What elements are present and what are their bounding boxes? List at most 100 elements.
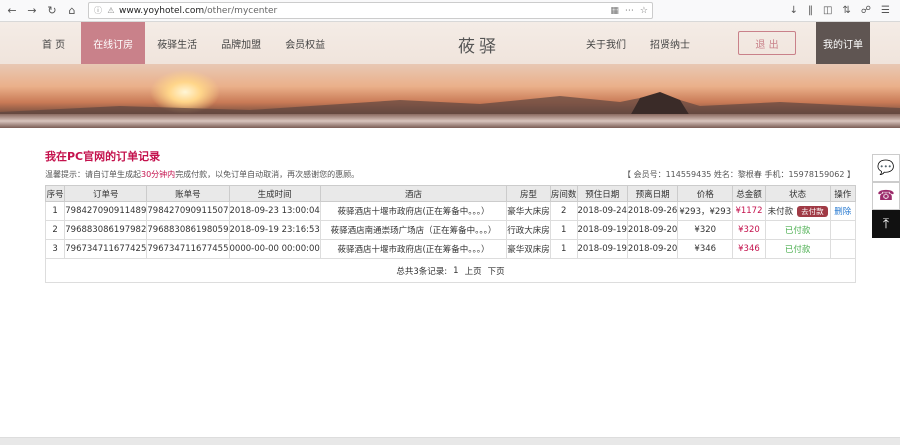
chat-icon[interactable]: 💬 <box>872 154 900 182</box>
reload-icon[interactable]: ↻ <box>44 3 60 19</box>
table-header-row: 序号 订单号 账单号 生成时间 酒店 房型 房间数 预住日期 预离日期 价格 总… <box>44 185 856 202</box>
qr-icon[interactable]: ▦ <box>610 6 619 16</box>
col-order: 订单号 <box>64 185 148 202</box>
cell-no: 2 <box>44 220 66 240</box>
url-path: /other/mycenter <box>204 5 278 16</box>
logout-button[interactable]: 退 出 <box>738 31 796 55</box>
cell-order: 796734711677425 <box>64 239 148 259</box>
cell-count: 2 <box>549 201 578 221</box>
cell-price: ¥293，¥293 <box>677 201 734 221</box>
pay-button[interactable]: 去付款 <box>797 206 828 217</box>
cell-checkin: 2018-09-24 <box>576 201 628 221</box>
cell-checkout: 2018-09-26 <box>626 201 679 221</box>
member-info: 【 会员号：114559435 姓名：黎根春 手机：15978159062 】 <box>623 170 855 179</box>
cell-time: 2018-09-23 13:00:04 <box>228 201 321 221</box>
page-title: 我在PC官网的订单记录 <box>45 150 161 163</box>
info-icon[interactable]: ⓘ <box>93 6 103 16</box>
cell-room: 豪华大床房 <box>506 201 551 221</box>
back-to-top-icon[interactable]: ⤒ <box>872 210 900 238</box>
col-no: 序号 <box>44 185 66 202</box>
cell-order: 796883086197982 <box>64 220 148 240</box>
cell-no: 3 <box>44 239 66 259</box>
cell-no: 1 <box>44 201 66 221</box>
cell-price: ¥346 <box>677 239 734 259</box>
cell-total: ¥320 <box>732 220 766 240</box>
cell-room: 豪华双床房 <box>506 239 551 259</box>
phone-icon[interactable]: ☎ <box>872 182 900 210</box>
nav-franchise[interactable]: 品牌加盟 <box>209 22 273 64</box>
cell-order: 798427090911489 <box>64 201 148 221</box>
col-bill: 账单号 <box>146 185 230 202</box>
extension-icon[interactable]: ☍ <box>861 5 871 16</box>
pager-current[interactable]: 1 <box>453 266 458 276</box>
cell-bill: 798427090911507 <box>146 201 230 221</box>
col-checkin: 预住日期 <box>576 185 628 202</box>
cell-bill: 796734711677455 <box>146 239 230 259</box>
nav-member[interactable]: 会员权益 <box>273 22 337 64</box>
cell-hotel: 莜驿酒店十堰市政府店(正在筹备中。。。） <box>319 239 508 259</box>
nav-living[interactable]: 莜驿生活 <box>145 22 209 64</box>
pager-summary: 总共3条记录: <box>396 266 448 277</box>
site-logo[interactable]: 莜驿 <box>458 32 500 57</box>
pagination: 总共3条记录: 1 上页 下页 <box>45 259 856 283</box>
col-total: 总金额 <box>732 185 766 202</box>
col-count: 房间数 <box>549 185 578 202</box>
cell-count: 1 <box>549 239 578 259</box>
cell-room: 行政大床房 <box>506 220 551 240</box>
cell-time: 2018-09-19 23:16:53 <box>228 220 321 240</box>
cell-status: 已付款 <box>764 220 831 240</box>
nav-about[interactable]: 关于我们 <box>574 22 638 64</box>
col-hotel: 酒店 <box>319 185 508 202</box>
cell-hotel: 莜驿酒店十堰市政府店(正在筹备中。。。） <box>319 201 508 221</box>
forward-icon[interactable]: → <box>24 3 40 19</box>
download-icon[interactable]: ↓ <box>790 5 798 16</box>
sidebar-icon[interactable]: ◫ <box>823 5 832 16</box>
pager-prev[interactable]: 上页 <box>465 265 482 277</box>
cell-status: 已付款 <box>764 239 831 259</box>
float-sidebar: 💬 ☎ ⤒ <box>872 154 900 238</box>
cell-checkin: 2018-09-19 <box>576 239 628 259</box>
sync-icon[interactable]: ⇅ <box>843 5 851 16</box>
cell-checkin: 2018-09-19 <box>576 220 628 240</box>
tip-row: 温馨提示：请自订单生成起 30分钟内 完成付款，以免订单自动取消，再次感谢您的惠… <box>45 169 855 180</box>
banner-image <box>0 64 900 128</box>
cell-checkout: 2018-09-20 <box>626 220 679 240</box>
page-bottom-bar <box>0 437 900 445</box>
back-icon[interactable]: ← <box>4 3 20 19</box>
table-row: 1 798427090911489 798427090911507 2018-0… <box>44 201 856 221</box>
cell-hotel: 莜驿酒店南通崇玚广场店（正在筹备中。。。） <box>319 220 508 240</box>
col-status: 状态 <box>764 185 831 202</box>
cell-status: 未付款 去付款 <box>764 201 831 221</box>
cell-time: 0000-00-00 00:00:00 <box>228 239 321 259</box>
cell-total: ¥1172 <box>732 201 766 221</box>
delete-link[interactable]: 删除 <box>834 207 851 217</box>
library-icon[interactable]: ‖ <box>808 5 813 16</box>
nav-online-booking[interactable]: 在线订房 <box>81 22 146 64</box>
banner-waves <box>0 114 900 128</box>
site-header: 首 页 在线订房 莜驿生活 品牌加盟 会员权益 莜驿 关于我们 招贤纳士 退 出… <box>0 22 900 64</box>
cell-op <box>829 220 856 240</box>
cell-checkout: 2018-09-20 <box>626 239 679 259</box>
url-host: www.yoyhotel.com <box>119 5 205 16</box>
cell-op: 删除 <box>829 201 856 221</box>
browser-toolbar: ← → ↻ ⌂ ⓘ ⚠ www.yoyhotel.com/other/mycen… <box>0 0 900 22</box>
tip-suffix: 完成付款，以免订单自动取消，再次感谢您的惠顾。 <box>175 170 360 179</box>
order-records: 我在PC官网的订单记录 温馨提示：请自订单生成起 30分钟内 完成付款，以免订单… <box>0 128 900 283</box>
col-time: 生成时间 <box>228 185 321 202</box>
banner-hills <box>0 92 900 116</box>
col-op: 操作 <box>829 185 856 202</box>
pager-next[interactable]: 下页 <box>488 265 505 277</box>
tip-prefix: 温馨提示：请自订单生成起 <box>45 170 141 179</box>
cell-price: ¥320 <box>677 220 734 240</box>
nav-home[interactable]: 首 页 <box>0 22 81 64</box>
my-orders-button[interactable]: 我的订单 <box>816 22 870 64</box>
lock-icon: ⚠ <box>107 6 115 15</box>
nav-recruit[interactable]: 招贤纳士 <box>638 22 702 64</box>
home-icon[interactable]: ⌂ <box>64 3 80 19</box>
address-bar[interactable]: ⓘ ⚠ www.yoyhotel.com/other/mycenter ▦ ⋯ … <box>88 2 653 19</box>
menu-icon[interactable]: ☰ <box>881 5 890 16</box>
cell-bill: 796883086198059 <box>146 220 230 240</box>
bookmark-star-icon[interactable]: ☆ <box>640 6 648 16</box>
cell-op <box>829 239 856 259</box>
more-icon[interactable]: ⋯ <box>625 6 634 16</box>
